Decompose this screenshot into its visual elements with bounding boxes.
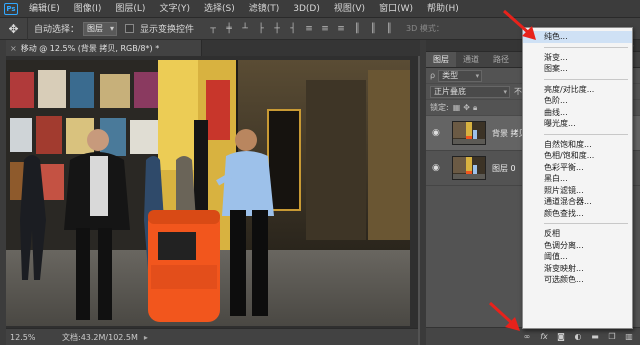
blend-mode-dropdown[interactable]: 正片叠底 bbox=[430, 85, 510, 98]
menu-item-posterize[interactable]: 色调分离... bbox=[523, 240, 632, 252]
distribute-top-icon[interactable]: ≡ bbox=[304, 24, 314, 34]
align-bottom-icon[interactable]: ┴ bbox=[240, 24, 250, 34]
document-size-info: 文档:43.2M/102.5M bbox=[62, 332, 138, 342]
lock-position-icon[interactable]: ✥ bbox=[463, 103, 470, 112]
layer-name: 图层 0 bbox=[492, 163, 516, 173]
mask-icon[interactable]: ◙ bbox=[556, 332, 566, 342]
auto-select-dropdown[interactable]: 图层 bbox=[83, 21, 118, 36]
folder-icon[interactable]: ▬ bbox=[590, 332, 600, 342]
orange-trash-can bbox=[148, 210, 220, 322]
show-transform-checkbox[interactable] bbox=[125, 24, 135, 33]
menu-help[interactable]: 帮助(H) bbox=[420, 0, 466, 18]
annotation-arrow-bottom bbox=[488, 301, 520, 331]
trash-icon[interactable]: ▥ bbox=[624, 332, 634, 342]
close-tab-icon[interactable]: × bbox=[10, 44, 17, 53]
distribute-middle-icon[interactable]: ≡ bbox=[320, 24, 330, 34]
menu-3d[interactable]: 3D(D) bbox=[286, 0, 327, 18]
distribute-right-icon[interactable]: ║ bbox=[384, 24, 394, 34]
zoom-level[interactable]: 12.5% bbox=[10, 333, 50, 342]
photoshop-icon: Ps bbox=[4, 2, 18, 15]
align-right-icon[interactable]: ┤ bbox=[288, 24, 298, 34]
menu-item-black-white[interactable]: 黑白... bbox=[523, 173, 632, 185]
align-top-icon[interactable]: ┬ bbox=[208, 24, 218, 34]
menu-item-gradient-map[interactable]: 渐变映射... bbox=[523, 263, 632, 275]
menu-separator bbox=[544, 223, 628, 224]
menu-item-hue-saturation[interactable]: 色相/饱和度... bbox=[523, 150, 632, 162]
menu-select[interactable]: 选择(S) bbox=[197, 0, 242, 18]
menu-item-levels[interactable]: 色阶... bbox=[523, 95, 632, 107]
visibility-eye-icon[interactable]: ◉ bbox=[432, 128, 446, 138]
link-icon[interactable]: ∞ bbox=[522, 332, 532, 342]
menu-view[interactable]: 视图(V) bbox=[327, 0, 372, 18]
photo-canvas[interactable] bbox=[6, 60, 410, 326]
menu-bar: Ps 编辑(E) 图像(I) 图层(L) 文字(Y) 选择(S) 滤镜(T) 3… bbox=[0, 0, 640, 18]
menu-edit[interactable]: 编辑(E) bbox=[22, 0, 67, 18]
menu-type[interactable]: 文字(Y) bbox=[152, 0, 197, 18]
fx-icon[interactable]: fx bbox=[539, 332, 549, 342]
layer-thumbnail bbox=[452, 156, 486, 180]
align-left-icon[interactable]: ├ bbox=[256, 24, 266, 34]
status-menu-icon[interactable]: ▸ bbox=[144, 333, 148, 342]
ps-logo[interactable]: Ps bbox=[0, 0, 22, 18]
search-icon: ρ bbox=[430, 71, 436, 80]
layer-thumbnail bbox=[452, 121, 486, 145]
menu-separator bbox=[544, 133, 628, 135]
lock-label: 锁定: bbox=[430, 103, 449, 112]
3d-mode-label: 3D 模式： bbox=[406, 24, 444, 33]
align-group: ┬ ╪ ┴ ├ ┼ ┤ ≡ ≡ ≡ ║ ║ ║ bbox=[208, 24, 394, 34]
show-transform-label: 显示变换控件 bbox=[140, 25, 195, 35]
menu-image[interactable]: 图像(I) bbox=[67, 0, 109, 18]
document-tab[interactable]: × 移动 @ 12.5% (背景 拷贝, RGB/8*) * bbox=[6, 40, 202, 56]
street-photo bbox=[6, 60, 410, 326]
menu-layer[interactable]: 图层(L) bbox=[108, 0, 152, 18]
move-tool-icon[interactable]: ✥ bbox=[0, 17, 28, 40]
visibility-eye-icon[interactable]: ◉ bbox=[432, 163, 446, 173]
menu-filter[interactable]: 滤镜(T) bbox=[242, 0, 287, 18]
new-layer-icon[interactable]: ❐ bbox=[607, 332, 617, 342]
menu-item-channel-mixer[interactable]: 通道混合器... bbox=[523, 196, 632, 208]
document-tab-title: 移动 @ 12.5% (背景 拷贝, RGB/8*) * bbox=[20, 43, 160, 53]
menu-separator bbox=[544, 46, 628, 48]
kind-filter-dropdown[interactable]: 类型 bbox=[438, 69, 483, 82]
menu-item-gradient[interactable]: 渐变... bbox=[523, 52, 632, 64]
canvas-area[interactable] bbox=[6, 56, 418, 328]
align-center-icon[interactable]: ┼ bbox=[272, 24, 282, 34]
shop-sign bbox=[267, 109, 301, 211]
menu-item-exposure[interactable]: 曝光度... bbox=[523, 118, 632, 130]
adjustment-layer-menu: 纯色... 渐变... 图案... 亮度/对比度... 色阶... 曲线... … bbox=[522, 27, 633, 329]
menu-window[interactable]: 窗口(W) bbox=[372, 0, 420, 18]
tab-layers[interactable]: 图层 bbox=[426, 52, 456, 67]
menu-item-curves[interactable]: 曲线... bbox=[523, 107, 632, 119]
menu-item-vibrance[interactable]: 自然饱和度... bbox=[523, 139, 632, 151]
menu-item-selective-color[interactable]: 可选颜色... bbox=[523, 274, 632, 286]
menu-item-color-balance[interactable]: 色彩平衡... bbox=[523, 162, 632, 174]
tab-bar-empty bbox=[202, 40, 420, 56]
status-bar: 12.5% 文档:43.2M/102.5M ▸ bbox=[6, 328, 418, 345]
tab-paths[interactable]: 路径 bbox=[486, 52, 516, 67]
distribute-center-icon[interactable]: ║ bbox=[368, 24, 378, 34]
menu-item-invert[interactable]: 反相 bbox=[523, 228, 632, 240]
lock-all-icon[interactable]: 🔒︎ bbox=[473, 103, 477, 113]
menu-item-brightness-contrast[interactable]: 亮度/对比度... bbox=[523, 84, 632, 96]
align-middle-icon[interactable]: ╪ bbox=[224, 24, 234, 34]
distribute-left-icon[interactable]: ║ bbox=[352, 24, 362, 34]
menu-item-photo-filter[interactable]: 照片滤镜... bbox=[523, 185, 632, 197]
distribute-bottom-icon[interactable]: ≡ bbox=[336, 24, 346, 34]
auto-select-label: 自动选择： bbox=[34, 25, 80, 35]
menu-separator bbox=[544, 78, 628, 80]
menu-item-pattern[interactable]: 图案... bbox=[523, 63, 632, 75]
tab-channels[interactable]: 通道 bbox=[456, 52, 486, 67]
layers-bottom-bar: ∞ fx ◙ ◐ ▬ ❐ ▥ bbox=[426, 327, 640, 345]
lock-pixels-icon[interactable]: ▦ bbox=[453, 103, 461, 112]
menu-item-threshold[interactable]: 阈值... bbox=[523, 251, 632, 263]
annotation-arrow-top bbox=[503, 9, 536, 40]
menu-item-color-lookup[interactable]: 颜色查找... bbox=[523, 208, 632, 220]
adjustment-icon[interactable]: ◐ bbox=[573, 332, 583, 342]
